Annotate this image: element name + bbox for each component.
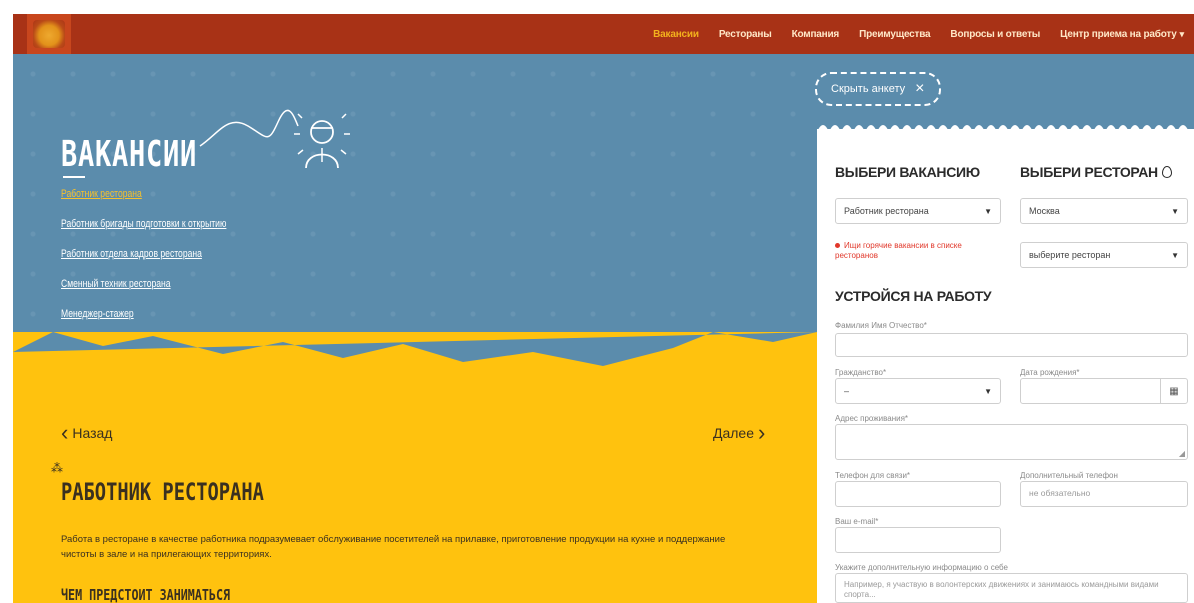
chevron-down-icon: ▼ — [1171, 250, 1179, 260]
nav-restaurants[interactable]: Рестораны — [719, 29, 772, 40]
page-title: ВАКАНСИИ — [61, 134, 198, 175]
resize-handle-icon[interactable]: ◢ — [1179, 449, 1185, 458]
address-textarea[interactable]: ◢ — [835, 424, 1188, 460]
category-hr-worker[interactable]: Работник отдела кадров ресторана — [61, 248, 226, 260]
restaurant-select-value: выберите ресторан — [1029, 250, 1111, 260]
choose-vacancy-heading: ВЫБЕРИ ВАКАНСИЮ — [835, 164, 980, 180]
nav-vacancies[interactable]: Вакансии — [653, 29, 699, 40]
extra-phone-placeholder: не обязательно — [1029, 488, 1091, 498]
vacancy-select[interactable]: Работник ресторана ▼ — [835, 198, 1001, 224]
scallop-edge — [817, 125, 1194, 132]
mascot-illustration-icon — [199, 109, 350, 169]
about-label: Укажите дополнительную информацию о себе — [835, 563, 1008, 572]
phone-label: Телефон для связи* — [835, 471, 911, 480]
mountain-divider — [13, 332, 817, 366]
citizenship-label: Гражданство* — [835, 368, 887, 377]
nav-hiring-center[interactable]: Центр приема на работу ▾ — [1060, 29, 1184, 40]
nav-advantages[interactable]: Преимущества — [859, 29, 931, 40]
restaurant-select[interactable]: выберите ресторан ▼ — [1020, 242, 1188, 268]
nav-hiring-center-label: Центр приема на работу — [1060, 28, 1177, 40]
hot-vacancies-hint[interactable]: Ищи горячие вакансии в списке ресторанов — [835, 241, 995, 261]
top-navbar: Вакансии Рестораны Компания Преимущества… — [13, 14, 1194, 54]
category-restaurant-worker[interactable]: Работник ресторана — [61, 188, 226, 200]
hide-form-button[interactable]: Скрыть анкету × — [815, 72, 941, 106]
category-shift-technician[interactable]: Сменный техник ресторана — [61, 278, 226, 290]
address-label: Адрес проживания* — [835, 414, 909, 423]
fio-label: Фамилия Имя Отчество* — [835, 321, 927, 330]
choose-restaurant-label: ВЫБЕРИ РЕСТОРАН — [1020, 164, 1158, 180]
choose-restaurant-heading: ВЫБЕРИ РЕСТОРАН — [1020, 164, 1172, 180]
nav-faq[interactable]: Вопросы и ответы — [950, 29, 1040, 40]
hot-vacancies-hint-text: Ищи горячие вакансии в списке ресторанов — [835, 241, 962, 260]
nav-company[interactable]: Компания — [792, 29, 840, 40]
city-select-value: Москва — [1029, 206, 1060, 216]
prev-vacancy-link[interactable]: ‹ Назад — [61, 422, 112, 444]
birthdate-input[interactable]: ▦ — [1020, 378, 1188, 404]
chevron-down-icon: ▼ — [984, 386, 992, 396]
chevron-left-icon: ‹ — [61, 420, 69, 445]
extra-phone-input[interactable]: не обязательно — [1020, 481, 1188, 507]
category-opening-team[interactable]: Работник бригады подготовки к открытию — [61, 218, 226, 230]
extra-phone-label: Дополнительный телефон — [1020, 471, 1118, 480]
chevron-right-icon: › — [758, 420, 766, 445]
email-input[interactable] — [835, 527, 1001, 553]
citizenship-select[interactable]: – ▼ — [835, 378, 1001, 404]
vacancy-title: РАБОТНИК РЕСТОРАНА — [61, 478, 264, 506]
fio-input[interactable] — [835, 333, 1188, 357]
phone-input[interactable] — [835, 481, 1001, 507]
email-label: Ваш e-mail* — [835, 517, 879, 526]
category-manager-trainee[interactable]: Менеджер-стажер — [61, 308, 226, 320]
alert-dot-icon — [835, 243, 840, 249]
brand-logo[interactable] — [27, 14, 71, 54]
chevron-down-icon: ▼ — [984, 206, 992, 216]
duties-heading: ЧЕМ ПРЕДСТОИТ ЗАНИМАТЬСЯ — [61, 586, 231, 603]
location-pin-icon — [1161, 166, 1172, 178]
about-textarea[interactable]: Например, я участвую в волонтерских движ… — [835, 573, 1188, 603]
next-label: Далее — [713, 425, 755, 441]
apply-heading: УСТРОЙСЯ НА РАБОТУ — [835, 288, 992, 304]
sparkle-icon: ⁂ — [51, 461, 63, 475]
close-icon: × — [915, 80, 925, 97]
main-nav: Вакансии Рестораны Компания Преимущества… — [653, 14, 1184, 54]
vacancy-category-list: Работник ресторана Работник бригады подг… — [61, 188, 273, 338]
vacancy-description: Работа в ресторане в качестве работника … — [61, 534, 726, 560]
title-underline — [63, 176, 85, 178]
prev-label: Назад — [72, 425, 113, 441]
next-vacancy-link[interactable]: Далее › — [713, 422, 765, 444]
chevron-down-icon: ▼ — [1171, 206, 1179, 216]
about-placeholder: Например, я участвую в волонтерских движ… — [844, 580, 1159, 599]
calendar-icon[interactable]: ▦ — [1160, 379, 1187, 403]
birthdate-label: Дата рождения* — [1020, 368, 1080, 377]
city-select[interactable]: Москва ▼ — [1020, 198, 1188, 224]
logo-icon — [33, 20, 65, 48]
citizenship-value: – — [844, 386, 850, 396]
vacancy-select-value: Работник ресторана — [844, 206, 929, 216]
hide-form-label: Скрыть анкету — [831, 83, 906, 95]
chevron-down-icon: ▾ — [1179, 28, 1185, 39]
hero-section: ВАКАНСИИ Работник ресторана Работник бри… — [13, 54, 817, 603]
